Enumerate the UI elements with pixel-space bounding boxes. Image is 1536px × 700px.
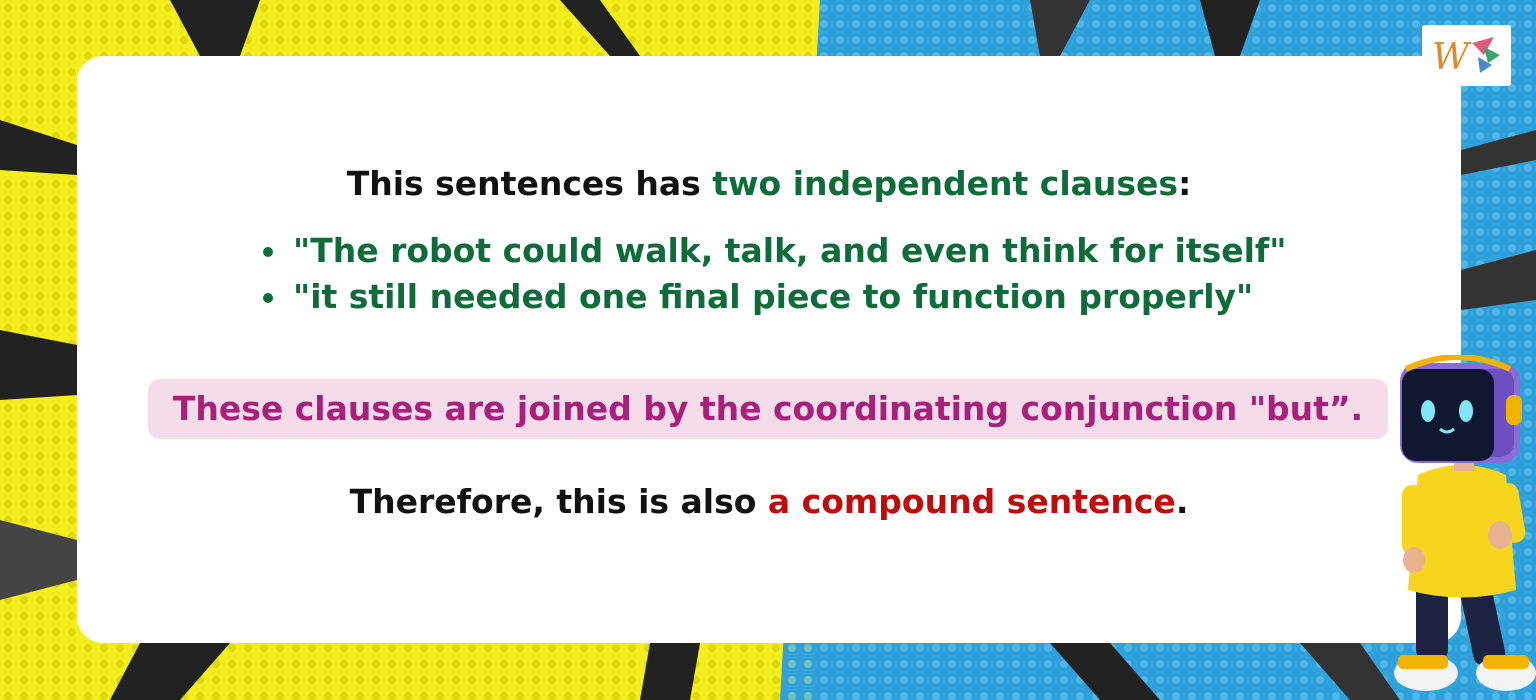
clause-list: "The robot could walk, talk, and even th…: [255, 228, 1286, 320]
headline: This sentences has two independent claus…: [77, 164, 1461, 203]
headline-prefix: This sentences has: [346, 164, 713, 203]
conclusion-suffix: .: [1175, 482, 1189, 521]
conclusion-prefix: Therefore, this is also: [349, 482, 768, 521]
conclusion: Therefore, this is also a compound sente…: [77, 482, 1461, 521]
w-logo-icon: W: [1422, 25, 1511, 86]
list-item: "it still needed one final piece to func…: [255, 274, 1286, 320]
conjunction-highlight-box: These clauses are joined by the coordina…: [148, 379, 1388, 439]
conclusion-highlight: a compound sentence: [767, 482, 1176, 521]
content-card: This sentences has two independent claus…: [77, 56, 1461, 643]
headline-suffix: :: [1178, 164, 1192, 203]
robot-mascot-icon: [1394, 355, 1536, 691]
list-item: "The robot could walk, talk, and even th…: [255, 228, 1286, 274]
svg-text:W: W: [1432, 37, 1472, 78]
headline-highlight: two independent clauses: [712, 164, 1179, 203]
